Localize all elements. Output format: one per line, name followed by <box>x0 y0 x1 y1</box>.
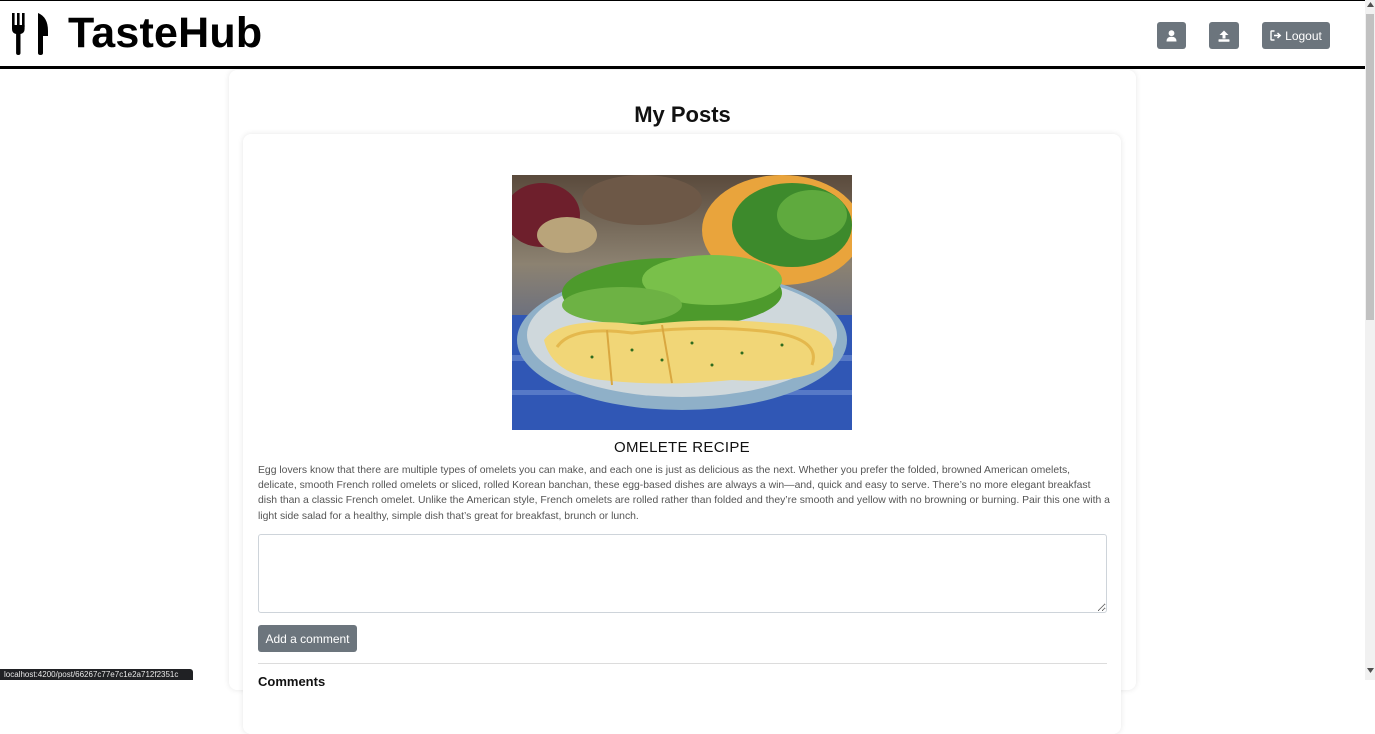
fork-knife-icon <box>12 13 48 55</box>
scrollbar[interactable] <box>1365 0 1375 680</box>
upload-icon <box>1218 30 1230 42</box>
status-bar-url: localhost:4200/post/66267c77e7c1e2a712f2… <box>0 669 193 680</box>
scroll-up-icon[interactable] <box>1365 2 1375 12</box>
upload-button[interactable] <box>1209 22 1239 49</box>
logout-label: Logout <box>1285 28 1322 43</box>
post-image[interactable] <box>512 175 852 430</box>
post-card: OMELETE RECIPE Egg lovers know that ther… <box>243 134 1121 734</box>
user-icon <box>1166 29 1177 41</box>
profile-button[interactable] <box>1157 22 1186 49</box>
brand[interactable]: TasteHub <box>10 9 262 57</box>
comment-input[interactable] <box>258 534 1107 613</box>
navbar: TasteHub Logout <box>0 0 1365 69</box>
post-title: OMELETE RECIPE <box>614 439 750 456</box>
scroll-down-icon[interactable] <box>1365 668 1375 678</box>
logout-button[interactable]: Logout <box>1262 22 1330 49</box>
comments-heading: Comments <box>258 674 326 689</box>
divider <box>258 663 1107 664</box>
brand-name: TasteHub <box>68 8 263 57</box>
sign-out-icon <box>1270 30 1282 41</box>
page-title: My Posts <box>634 102 731 127</box>
post-description: Egg lovers know that there are multiple … <box>258 465 1110 522</box>
add-comment-button[interactable]: Add a comment <box>258 625 357 652</box>
scroll-thumb[interactable] <box>1366 14 1374 320</box>
posts-container: My Posts OMELETE RECIPE Egg lovers know … <box>229 70 1136 734</box>
